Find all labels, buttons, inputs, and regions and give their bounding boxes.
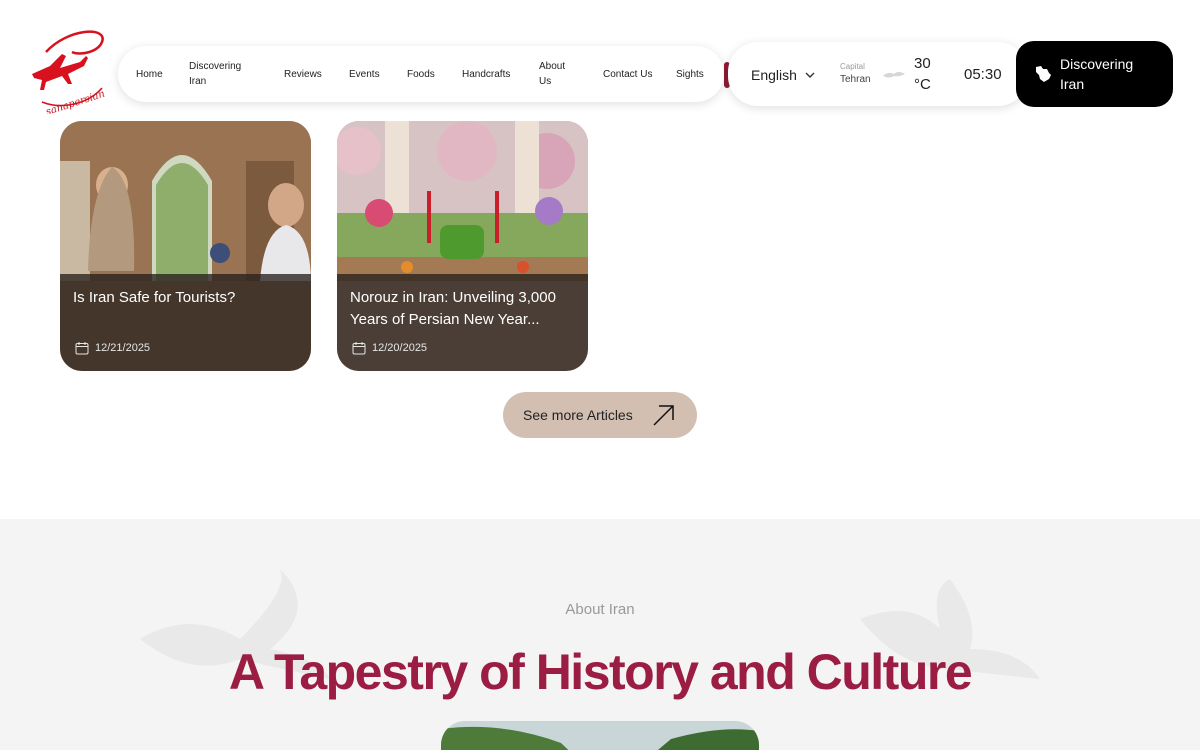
nav-item-sights[interactable]: Sights <box>676 67 704 82</box>
nav-item-reviews[interactable]: Reviews <box>284 67 349 82</box>
language-selector[interactable]: English <box>751 67 815 83</box>
main-nav: Home Discovering Iran Reviews Events Foo… <box>118 46 724 102</box>
local-time: 05:30 <box>964 66 1002 83</box>
article-date-text: 12/20/2025 <box>372 342 428 354</box>
nav-item-about-us[interactable]: About Us <box>539 59 579 89</box>
info-bar: English Capital Tehran 30 °C 05:30 <box>728 42 1028 106</box>
discovering-iran-label: Discovering Iran <box>1060 56 1134 92</box>
article-date-text: 12/21/2025 <box>95 342 151 354</box>
nav-item-discovering-iran[interactable]: Discovering Iran <box>189 59 251 89</box>
cloud-icon <box>883 72 905 78</box>
about-iran-section: About Iran A Tapestry of History and Cul… <box>0 519 1200 750</box>
discovering-iran-button[interactable]: Discovering Iran <box>1016 41 1173 107</box>
article-title: Norouz in Iran: Unveiling 3,000 Years of… <box>350 289 556 328</box>
about-image <box>441 721 759 750</box>
see-more-label: See more Articles <box>523 407 633 423</box>
language-label: English <box>751 67 797 83</box>
calendar-icon <box>352 342 366 355</box>
article-card[interactable]: Is Iran Safe for Tourists? 12/21/2025 <box>60 121 311 371</box>
nav-item-foods[interactable]: Foods <box>407 67 462 82</box>
temperature: 30 °C <box>914 55 931 93</box>
nav-item-contact-us[interactable]: Contact Us <box>603 67 653 82</box>
nav-item-handcrafts[interactable]: Handcrafts <box>462 67 539 82</box>
see-more-articles-button[interactable]: See more Articles <box>503 392 697 438</box>
chevron-down-icon <box>805 72 815 78</box>
capital-label: Capital <box>840 62 865 71</box>
calendar-icon <box>75 342 89 355</box>
article-date: 12/21/2025 <box>75 341 150 355</box>
svg-text:sanapersian: sanapersian <box>45 89 107 114</box>
section-headline: A Tapestry of History and Culture <box>228 644 973 700</box>
sanapersian-logo[interactable]: sanapersian <box>28 26 110 114</box>
article-date: 12/20/2025 <box>352 341 427 355</box>
article-card[interactable]: Norouz in Iran: Unveiling 3,000 Years of… <box>337 121 588 371</box>
article-title: Is Iran Safe for Tourists? <box>73 289 236 306</box>
capital-city: Tehran <box>840 74 871 85</box>
nav-item-home[interactable]: Home <box>136 67 189 82</box>
nav-item-events[interactable]: Events <box>349 67 407 82</box>
iran-map-icon <box>1036 66 1051 82</box>
section-kicker: About Iran <box>565 601 635 618</box>
arrow-up-right-icon <box>653 405 674 426</box>
